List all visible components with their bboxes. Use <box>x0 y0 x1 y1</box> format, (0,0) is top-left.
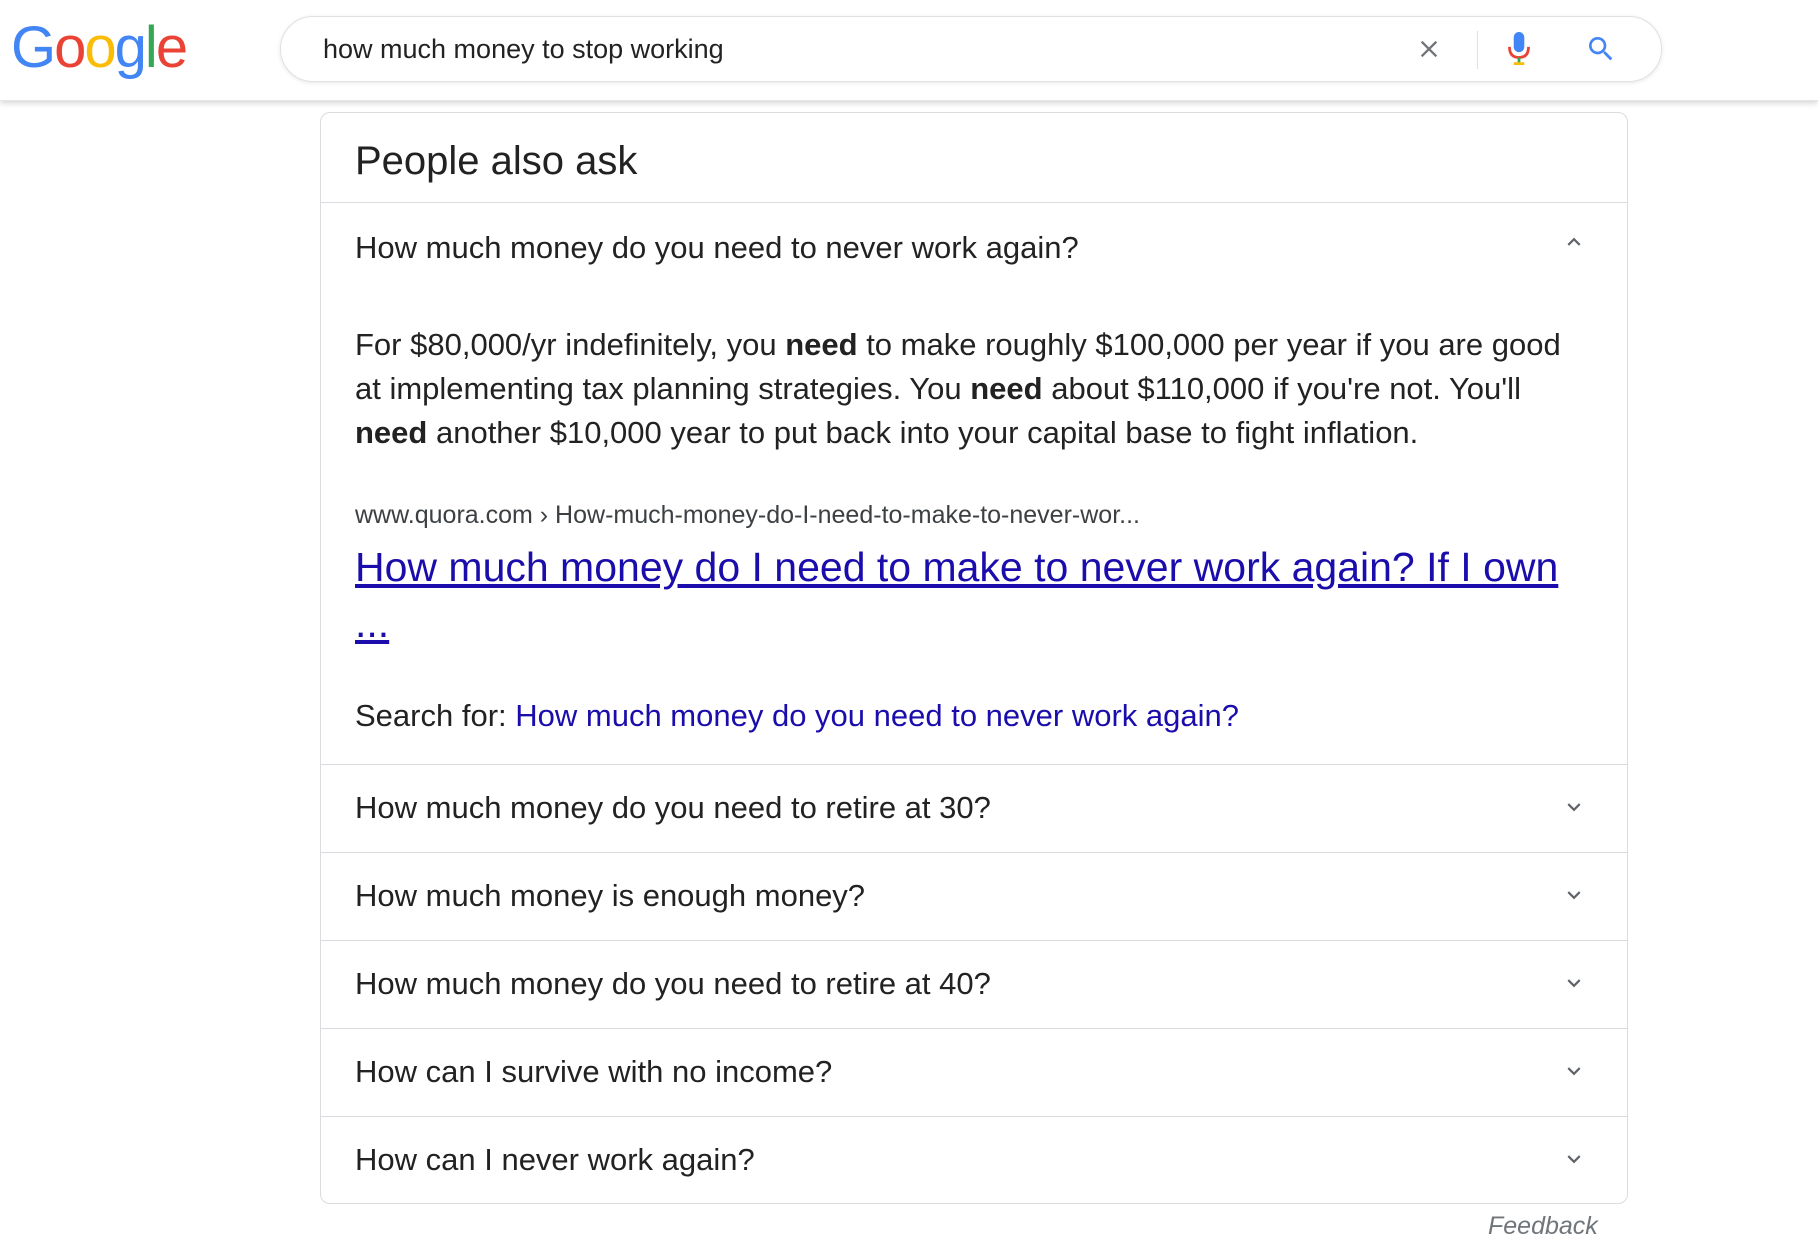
paa-question[interactable]: How can I survive with no income? <box>355 1053 832 1090</box>
paa-answer-text: For $80,000/yr indefinitely, you need to… <box>355 323 1595 455</box>
search-box-divider <box>1477 31 1478 69</box>
result-title-link[interactable]: How much money do I need to make to neve… <box>355 539 1575 651</box>
answer-keyword: need <box>785 327 858 362</box>
microphone-icon <box>1508 32 1530 65</box>
search-header: G o o g l e <box>0 0 1818 101</box>
search-icon <box>1589 37 1613 61</box>
logo-letter-o2: o <box>84 15 116 80</box>
voice-search-button[interactable] <box>1499 29 1539 69</box>
paa-question[interactable]: How much money do you need to retire at … <box>355 965 991 1002</box>
search-for-line: Search for: How much money do you need t… <box>355 697 1239 734</box>
divider <box>321 852 1627 853</box>
chevron-up-icon[interactable] <box>1557 225 1591 259</box>
answer-part: For $80,000/yr indefinitely, you <box>355 327 786 362</box>
answer-part: about $110,000 if you're not. You'll <box>1042 371 1521 406</box>
divider <box>321 764 1627 765</box>
search-box <box>280 16 1662 82</box>
answer-keyword: need <box>355 415 428 450</box>
search-submit-button[interactable] <box>1581 29 1621 69</box>
google-logo[interactable]: G o o g l e <box>11 12 188 84</box>
paa-question[interactable]: How much money do you need to retire at … <box>355 789 991 826</box>
chevron-down-icon[interactable] <box>1557 878 1591 912</box>
clear-search-button[interactable] <box>1411 31 1447 67</box>
search-for-link[interactable]: How much money do you need to never work… <box>515 698 1239 733</box>
paa-title: People also ask <box>355 139 638 183</box>
paa-question[interactable]: How can I never work again? <box>355 1141 755 1178</box>
divider <box>321 202 1627 203</box>
logo-letter-g: G <box>11 15 56 80</box>
chevron-down-icon[interactable] <box>1557 1142 1591 1176</box>
logo-letter-l: l <box>144 15 158 80</box>
answer-keyword: need <box>970 371 1043 406</box>
chevron-down-icon[interactable] <box>1557 790 1591 824</box>
chevron-down-icon[interactable] <box>1557 1054 1591 1088</box>
paa-question-expanded[interactable]: How much money do you need to never work… <box>355 229 1079 266</box>
logo-letter-g2: g <box>114 15 147 80</box>
divider <box>321 1116 1627 1117</box>
answer-part: another $10,000 year to put back into yo… <box>427 415 1419 450</box>
logo-letter-o1: o <box>54 15 86 80</box>
chevron-down-icon[interactable] <box>1557 966 1591 1000</box>
search-for-label: Search for: <box>355 698 516 733</box>
result-cite-url: www.quora.com › How-much-money-do-I-need… <box>355 501 1140 529</box>
logo-letter-e: e <box>155 15 188 80</box>
search-input[interactable] <box>323 17 1323 81</box>
people-also-ask-card: People also ask How much money do you ne… <box>320 112 1628 1204</box>
divider <box>321 1028 1627 1029</box>
feedback-link[interactable]: Feedback <box>1488 1212 1598 1241</box>
paa-question[interactable]: How much money is enough money? <box>355 877 865 914</box>
divider <box>321 940 1627 941</box>
close-icon <box>1420 40 1438 58</box>
